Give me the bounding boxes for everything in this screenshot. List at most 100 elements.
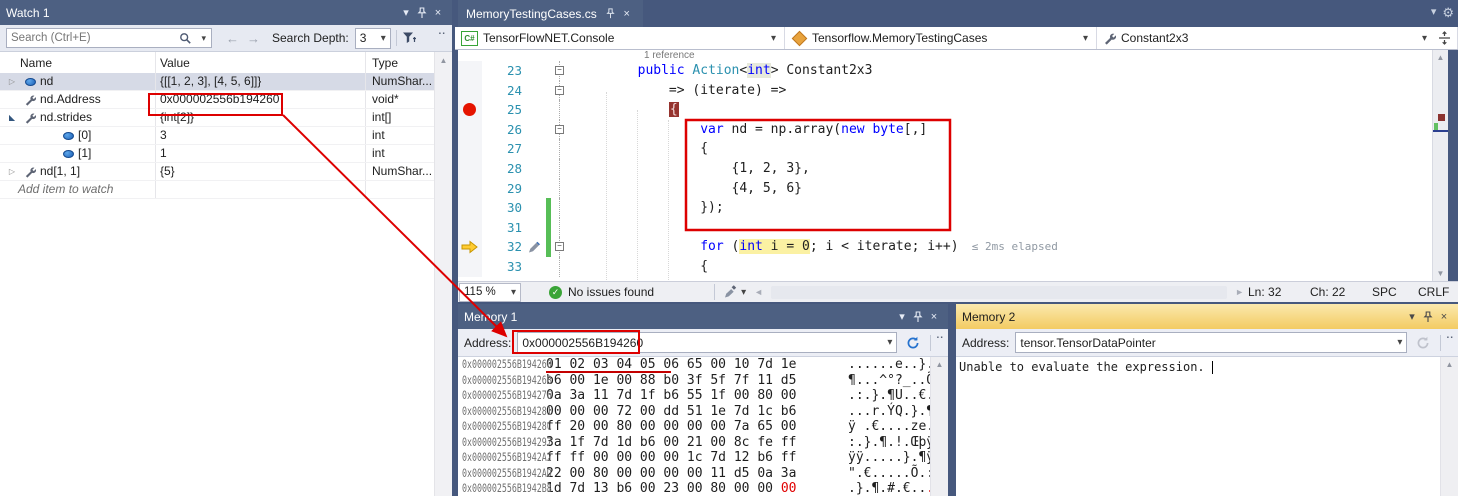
outline-collapse-box[interactable]: − (552, 61, 568, 81)
search-scope-caret-icon[interactable]: ▾ (201, 33, 206, 44)
code-text[interactable]: {4, 5, 6} (568, 179, 1432, 199)
collapse-box-icon[interactable]: − (555, 125, 564, 134)
watch-row[interactable]: ▷nd{[[1, 2, 3], [4, 5, 6]]}NumShar... (0, 73, 435, 91)
scroll-up-icon[interactable]: ▲ (1441, 360, 1458, 369)
memory2-scrollbar[interactable]: ▲ (1440, 357, 1458, 496)
watch-row[interactable]: [1]1int (0, 145, 435, 163)
glyph-margin[interactable] (458, 218, 482, 238)
code-line[interactable]: 24− => (iterate) => (458, 81, 1432, 101)
watch-row[interactable]: ◢nd.strides{int[2]}int[] (0, 109, 435, 127)
code-line[interactable]: 28 {1, 2, 3}, (458, 159, 1432, 179)
collapse-box-icon[interactable]: − (555, 86, 564, 95)
watch-value-cell[interactable]: 0x000002556b194260 (156, 91, 366, 108)
nav-back-icon[interactable]: ← (222, 31, 243, 46)
code-text[interactable]: => (iterate) => (568, 81, 1432, 101)
column-header-name[interactable]: Name (0, 52, 156, 73)
line-number[interactable]: 23 (482, 61, 526, 81)
document-tab[interactable]: MemoryTestingCases.cs × (458, 0, 643, 27)
editor-vertical-scrollbar[interactable]: ▲ ▼ (1432, 50, 1448, 281)
code-line[interactable]: 27 { (458, 139, 1432, 159)
expander-collapsed-icon[interactable]: ▷ (4, 163, 20, 180)
editor-horizontal-scrollbar[interactable] (771, 286, 1227, 299)
glyph-margin[interactable] (458, 237, 482, 257)
watch-row[interactable]: [0]3int (0, 127, 435, 145)
format-broom-icon[interactable] (723, 285, 738, 299)
glyph-margin[interactable] (458, 179, 482, 199)
outline-collapse-box[interactable]: − (552, 237, 568, 257)
pin-icon[interactable] (603, 6, 619, 22)
collapse-box-icon[interactable]: − (555, 242, 564, 251)
code-line[interactable]: 26 − var nd = np.array(new byte[,] (458, 120, 1432, 140)
line-number[interactable]: 29 (482, 179, 526, 199)
member-dropdown[interactable]: Constant2x3 ▾ (1097, 27, 1458, 49)
watch-row[interactable]: ▷nd[1, 1]{5}NumShar... (0, 163, 435, 181)
close-icon[interactable]: × (1436, 309, 1452, 325)
health-check-icon[interactable]: ✓ (549, 286, 562, 299)
line-number[interactable]: 26 (482, 120, 526, 140)
code-text[interactable]: {1, 2, 3}, (568, 159, 1432, 179)
zoom-select[interactable]: 115 % ▾ (459, 283, 521, 302)
line-number[interactable]: 25 (482, 100, 526, 120)
memory-hex-row[interactable]: 0x000002556B19426Bb6 00 1e 00 88 b0 3f 5… (458, 373, 931, 389)
watch-value-cell[interactable]: {5} (156, 163, 366, 180)
column-header-value[interactable]: Value (156, 52, 366, 73)
scroll-down-icon[interactable]: ▼ (1433, 269, 1448, 278)
line-number[interactable]: 33 (482, 257, 526, 277)
memory1-address-input[interactable]: 0x000002556B194260 ▾ (517, 332, 897, 353)
scroll-left-icon[interactable]: ◄ (750, 287, 767, 297)
memory-hex-row[interactable]: 0x000002556B19428Cff 20 00 80 00 00 00 0… (458, 419, 931, 435)
column-header-type[interactable]: Type (366, 52, 435, 73)
pin-icon[interactable] (910, 309, 926, 325)
close-icon[interactable]: × (926, 309, 942, 325)
toolbar-overflow-icon[interactable]: .. (1446, 330, 1454, 341)
breakpoint-icon[interactable] (463, 103, 476, 116)
glyph-margin[interactable] (458, 81, 482, 101)
watch-value-cell[interactable]: {int[2]} (156, 109, 366, 126)
scroll-up-icon[interactable]: ▲ (931, 360, 948, 369)
code-editor[interactable]: 1 reference 23 − public Action<int> Const… (458, 50, 1432, 281)
code-line[interactable]: 25 { (458, 100, 1432, 120)
expander-expanded-icon[interactable]: ◢ (4, 109, 20, 126)
chevron-down-icon[interactable]: ▾ (894, 309, 910, 325)
split-editor-icon[interactable] (1438, 31, 1451, 45)
memory-hex-row[interactable]: 0x000002556B1942A2ff ff 00 00 00 00 1c 7… (458, 450, 931, 466)
code-text[interactable]: { (568, 139, 1432, 159)
code-text[interactable]: var nd = np.array(new byte[,] (568, 120, 1432, 140)
code-line[interactable]: 32 − for (int i = 0; i < iterate; i++) ≤ … (458, 237, 1432, 257)
refresh-icon[interactable] (1415, 335, 1431, 351)
code-line[interactable]: 33 { (458, 257, 1432, 277)
glyph-margin[interactable] (458, 257, 482, 277)
memory2-titlebar[interactable]: Memory 2 ▾ × (956, 304, 1458, 329)
pin-icon[interactable] (414, 5, 430, 21)
watch-value-cell[interactable] (156, 181, 366, 198)
line-number[interactable]: 31 (482, 218, 526, 238)
scroll-up-icon[interactable]: ▲ (1433, 53, 1448, 62)
nav-forward-icon[interactable]: → (243, 31, 264, 46)
codelens-references[interactable]: 1 reference (458, 50, 1432, 61)
code-line[interactable]: 30 }); (458, 198, 1432, 218)
line-number[interactable]: 27 (482, 139, 526, 159)
memory1-scrollbar[interactable]: ▲ (930, 357, 948, 496)
watch-scrollbar[interactable]: ▲ (434, 52, 452, 496)
memory2-address-input[interactable]: tensor.TensorDataPointer ▾ (1015, 332, 1407, 353)
outline-collapse-box[interactable]: − (552, 81, 568, 101)
code-text[interactable]: { (568, 257, 1432, 277)
memory-hex-row[interactable]: 0x000002556B1942B81d 7d 13 b6 00 23 00 8… (458, 481, 931, 496)
scroll-right-icon[interactable]: ► (1231, 287, 1248, 297)
code-text[interactable] (568, 218, 1432, 238)
glyph-margin[interactable] (458, 139, 482, 159)
line-number[interactable]: 32 (482, 237, 526, 257)
watch-value-cell[interactable]: {[[1, 2, 3], [4, 5, 6]]} (156, 73, 366, 90)
pin-icon[interactable] (1420, 309, 1436, 325)
glyph-margin[interactable] (458, 198, 482, 218)
gear-icon[interactable]: ⚙ (1442, 5, 1454, 20)
refresh-icon[interactable] (905, 335, 921, 351)
glyph-margin[interactable] (458, 159, 482, 179)
type-dropdown[interactable]: Tensorflow.MemoryTestingCases ▾ (785, 27, 1097, 49)
expander-collapsed-icon[interactable]: ▷ (4, 73, 20, 90)
code-text[interactable]: for (int i = 0; i < iterate; i++) ≤ 2ms … (568, 237, 1432, 257)
memory-hex-row[interactable]: 0x000002556B1942AD22 00 80 00 00 00 00 1… (458, 466, 931, 482)
code-text[interactable]: public Action<int> Constant2x3 (568, 61, 1432, 81)
memory1-titlebar[interactable]: Memory 1 ▾ × (458, 304, 948, 329)
search-depth-select[interactable]: 3 ▾ (355, 28, 391, 49)
